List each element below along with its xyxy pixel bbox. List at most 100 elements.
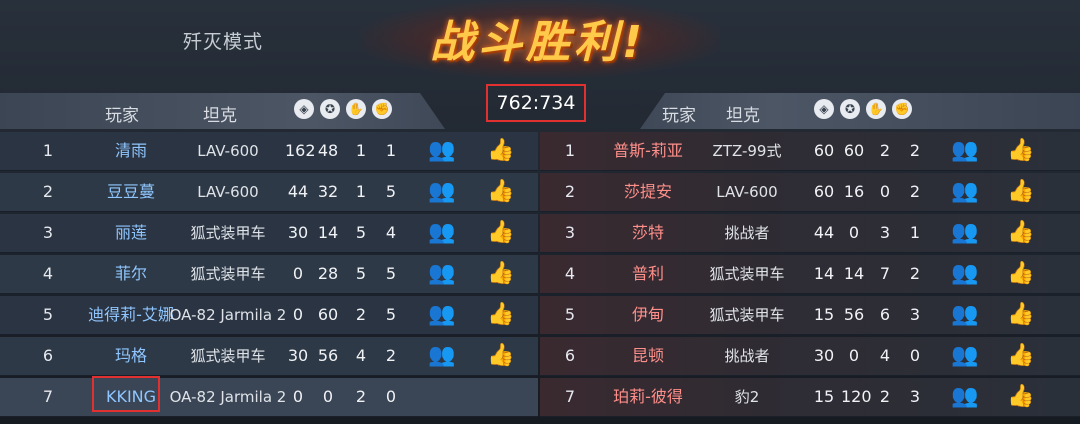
add-friend-icon[interactable]: 👥 — [950, 261, 980, 287]
add-friend-icon[interactable]: 👥 — [427, 179, 457, 205]
like-icon[interactable]: 👍 — [1006, 138, 1036, 164]
left-tank-col-header: 坦克 — [203, 106, 237, 126]
rank: 4 — [564, 264, 576, 283]
tank-name: 狐式装甲车 — [190, 347, 266, 365]
rank: 6 — [564, 346, 576, 365]
like-icon[interactable]: 👍 — [1006, 179, 1036, 205]
add-friend-icon[interactable]: 👥 — [950, 343, 980, 369]
tank-name: OA-82 Jarmila 2 — [169, 388, 287, 406]
table-row: 6 昆顿 挑战者 30 0 4 0 👥 👍 — [540, 337, 1080, 376]
stat-fist: 5 — [385, 305, 397, 324]
stat-kills: 16 — [843, 182, 865, 201]
add-friend-icon[interactable]: 👥 — [427, 138, 457, 164]
like-icon[interactable]: 👍 — [1006, 343, 1036, 369]
left-player-col-header: 玩家 — [105, 106, 139, 126]
rank: 5 — [564, 305, 576, 324]
game-mode-label: 歼灭模式 — [183, 31, 264, 53]
right-tank-col-header: 坦克 — [726, 106, 760, 126]
stat-fist: 0 — [909, 346, 921, 365]
add-friend-icon[interactable]: 👥 — [427, 220, 457, 246]
fist-icon: ✊ — [372, 99, 392, 119]
add-friend-icon[interactable]: 👥 — [427, 261, 457, 287]
like-icon[interactable]: 👍 — [1006, 384, 1036, 410]
player-name: 普斯-莉亚 — [613, 141, 683, 160]
stat-assists: 3 — [879, 223, 891, 242]
stat-damage: 0 — [292, 264, 304, 283]
stat-damage: 14 — [813, 264, 835, 283]
stat-assists: 2 — [879, 141, 891, 160]
stat-damage: 60 — [813, 141, 835, 160]
player-name: 莎提安 — [623, 182, 672, 201]
rank: 3 — [564, 223, 576, 242]
stat-fist: 1 — [909, 223, 921, 242]
like-icon[interactable]: 👍 — [486, 302, 516, 328]
stat-damage: 44 — [813, 223, 835, 242]
like-icon[interactable]: 👍 — [1006, 220, 1036, 246]
stat-assists: 2 — [355, 305, 367, 324]
tank-name: ZTZ-99式 — [712, 142, 782, 160]
rank: 2 — [564, 182, 576, 201]
victory-title: 战斗胜利! — [430, 17, 647, 68]
like-icon[interactable]: 👍 — [486, 220, 516, 246]
stat-fist: 1 — [385, 141, 397, 160]
table-row: 6 玛格 狐式装甲车 30 56 4 2 👥 👍 — [0, 337, 538, 376]
stat-fist: 3 — [909, 305, 921, 324]
add-friend-icon[interactable]: 👥 — [950, 138, 980, 164]
stat-kills: 14 — [843, 264, 865, 283]
player-name: 昆顿 — [631, 346, 664, 365]
tank-name: 狐式装甲车 — [190, 265, 266, 283]
player-name: 伊甸 — [631, 305, 664, 324]
stat-fist: 0 — [385, 387, 397, 406]
stat-assists: 1 — [355, 182, 367, 201]
table-row: 5 伊甸 狐式装甲车 15 56 6 3 👥 👍 — [540, 296, 1080, 335]
table-row: 1 普斯-莉亚 ZTZ-99式 60 60 2 2 👥 👍 — [540, 132, 1080, 171]
add-friend-icon[interactable]: 👥 — [427, 343, 457, 369]
like-icon[interactable]: 👍 — [486, 138, 516, 164]
stat-assists: 5 — [355, 223, 367, 242]
stat-assists: 6 — [879, 305, 891, 324]
like-icon[interactable]: 👍 — [1006, 302, 1036, 328]
add-friend-icon[interactable]: 👥 — [950, 179, 980, 205]
tank-name: 挑战者 — [724, 347, 770, 365]
table-row: 1 清雨 LAV-600 162 48 1 1 👥 👍 — [0, 132, 538, 171]
tank-name: OA-82 Jarmila 2 — [169, 306, 287, 324]
right-stat-icons: ◈ ✪ ✋ ✊ — [814, 99, 912, 119]
table-row: 5 迪得莉-艾娜 OA-82 Jarmila 2 0 60 2 5 👥 👍 — [0, 296, 538, 335]
stat-fist: 2 — [909, 264, 921, 283]
stat-damage: 15 — [813, 305, 835, 324]
tank-name: 狐式装甲车 — [190, 224, 266, 242]
stat-kills: 0 — [322, 387, 334, 406]
add-friend-icon[interactable]: 👥 — [950, 302, 980, 328]
stat-fist: 4 — [385, 223, 397, 242]
stat-damage: 0 — [292, 305, 304, 324]
add-friend-icon[interactable]: 👥 — [950, 220, 980, 246]
stat-damage: 44 — [287, 182, 309, 201]
stat-kills: 0 — [848, 223, 860, 242]
player-name: 普利 — [631, 264, 664, 283]
rank: 1 — [42, 141, 54, 160]
like-icon[interactable]: 👍 — [1006, 261, 1036, 287]
stat-assists: 2 — [355, 387, 367, 406]
stat-assists: 5 — [355, 264, 367, 283]
damage-icon: ◈ — [294, 99, 314, 119]
like-icon[interactable]: 👍 — [486, 179, 516, 205]
tank-name: LAV-600 — [197, 142, 259, 160]
rank: 7 — [564, 387, 576, 406]
add-friend-icon[interactable]: 👥 — [427, 302, 457, 328]
table-row: 7 珀莉-彼得 豹2 15 120 2 3 👥 👍 — [540, 378, 1080, 417]
tank-name: 挑战者 — [724, 224, 770, 242]
tank-name: 豹2 — [734, 388, 760, 406]
damage-icon: ◈ — [814, 99, 834, 119]
stat-assists: 4 — [355, 346, 367, 365]
rank: 1 — [564, 141, 576, 160]
table-row: 3 莎特 挑战者 44 0 3 1 👥 👍 — [540, 214, 1080, 253]
stat-kills: 56 — [317, 346, 339, 365]
stat-fist: 5 — [385, 264, 397, 283]
like-icon[interactable]: 👍 — [486, 261, 516, 287]
like-icon[interactable]: 👍 — [486, 343, 516, 369]
stat-damage: 15 — [813, 387, 835, 406]
stat-assists: 4 — [879, 346, 891, 365]
stat-kills: 14 — [317, 223, 339, 242]
stat-kills: 60 — [317, 305, 339, 324]
add-friend-icon[interactable]: 👥 — [950, 384, 980, 410]
